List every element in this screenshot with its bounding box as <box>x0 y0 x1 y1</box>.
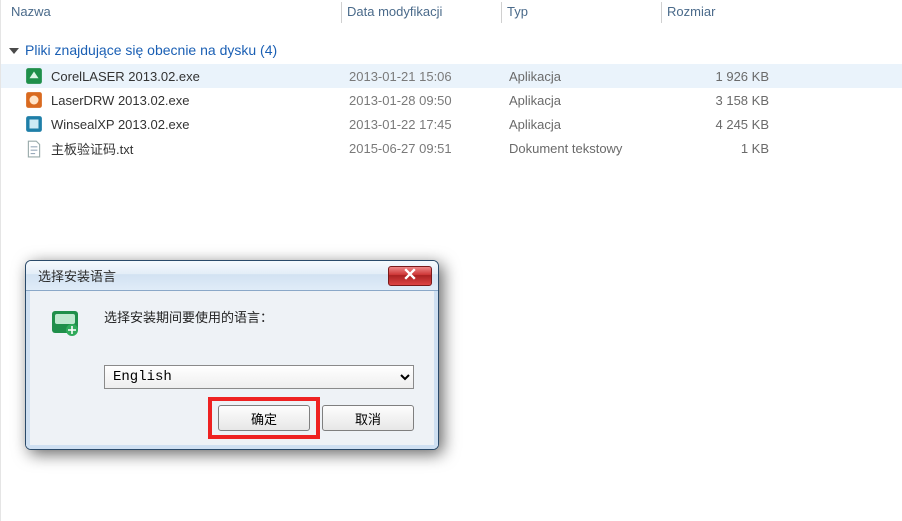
file-size: 3 158 KB <box>699 93 779 108</box>
file-date: 2013-01-28 09:50 <box>349 93 509 108</box>
file-date: 2013-01-21 15:06 <box>349 69 509 84</box>
file-type: Aplikacja <box>509 117 699 132</box>
group-collapse-caret-icon <box>9 48 19 54</box>
file-name: 主板验证码.txt <box>51 139 349 158</box>
language-select[interactable]: English <box>104 365 414 389</box>
file-icon <box>25 140 43 158</box>
dialog-title: 选择安装语言 <box>38 266 116 285</box>
file-size: 4 245 KB <box>699 117 779 132</box>
file-row[interactable]: WinsealXP 2013.02.exe2013-01-22 17:45Apl… <box>1 112 902 136</box>
installer-icon <box>48 305 84 341</box>
dialog-close-button[interactable] <box>388 266 432 286</box>
group-header[interactable]: Pliki znajdujące się obecnie na dysku (4… <box>1 26 902 64</box>
file-type: Dokument tekstowy <box>509 141 699 156</box>
file-name: LaserDRW 2013.02.exe <box>51 93 349 108</box>
file-date: 2013-01-22 17:45 <box>349 117 509 132</box>
dialog-message: 选择安装期间要使用的语言： <box>104 305 273 326</box>
file-row[interactable]: 主板验证码.txt2015-06-27 09:51Dokument teksto… <box>1 136 902 161</box>
col-header-date[interactable]: Data modyfikacji <box>341 4 501 19</box>
file-icon <box>25 67 43 85</box>
file-row[interactable]: CorelLASER 2013.02.exe2013-01-21 15:06Ap… <box>1 64 902 88</box>
file-size: 1 926 KB <box>699 69 779 84</box>
col-header-size[interactable]: Rozmiar <box>661 4 771 19</box>
language-dialog: 选择安装语言 选择安装期间要使用的语言： <box>25 260 439 450</box>
col-header-type[interactable]: Typ <box>501 4 661 19</box>
file-icon <box>25 91 43 109</box>
dialog-titlebar[interactable]: 选择安装语言 <box>26 261 438 291</box>
file-type: Aplikacja <box>509 69 699 84</box>
file-size: 1 KB <box>699 141 779 156</box>
file-type: Aplikacja <box>509 93 699 108</box>
file-icon <box>25 115 43 133</box>
file-list: CorelLASER 2013.02.exe2013-01-21 15:06Ap… <box>1 64 902 161</box>
group-label: Pliki znajdujące się obecnie na dysku (4… <box>25 42 277 58</box>
file-name: WinsealXP 2013.02.exe <box>51 117 349 132</box>
cancel-button[interactable]: 取消 <box>322 405 414 431</box>
ok-button[interactable]: 确定 <box>218 405 310 431</box>
col-header-name[interactable]: Nazwa <box>11 4 341 19</box>
file-row[interactable]: LaserDRW 2013.02.exe2013-01-28 09:50Apli… <box>1 88 902 112</box>
file-date: 2015-06-27 09:51 <box>349 141 509 156</box>
file-name: CorelLASER 2013.02.exe <box>51 69 349 84</box>
close-icon <box>404 268 416 283</box>
column-headers: Nazwa Data modyfikacji Typ Rozmiar <box>1 0 902 26</box>
